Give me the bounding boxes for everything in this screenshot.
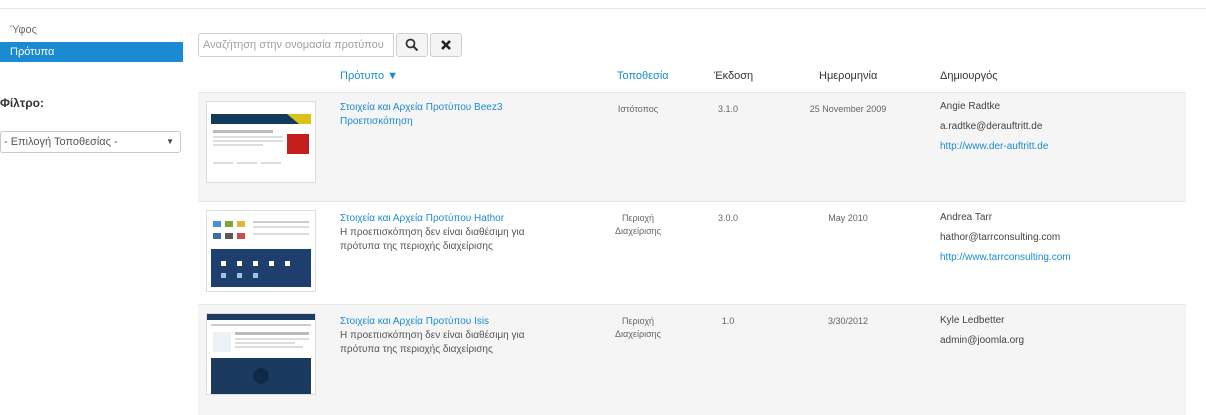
location-text: Περιοχή (621, 213, 655, 223)
search-input[interactable] (198, 33, 394, 57)
location-cell: Περιοχή Διαχείρισης (598, 315, 678, 341)
column-header-date[interactable]: Ημερομηνία (819, 70, 877, 82)
template-link[interactable]: Στοιχεία και Αρχεία Προτύπου Hathor (340, 212, 600, 226)
author-email: hathor@tarrconsulting.com (940, 232, 1061, 243)
author-cell: Kyle Ledbetter admin@joomla.org (940, 311, 1180, 351)
author-name: Angie Radtke (940, 101, 1001, 112)
author-email: admin@joomla.org (940, 335, 1025, 346)
beez3-preview-image (207, 102, 315, 182)
template-thumbnail[interactable] (206, 210, 316, 292)
top-divider (0, 8, 1206, 9)
author-url-link[interactable]: http://www.der-auftritt.de (940, 137, 1180, 157)
hathor-preview-image (207, 211, 315, 291)
template-description: πρότυπα της περιοχής διαχείρισης (340, 344, 493, 355)
table-row: Στοιχεία και Αρχεία Προτύπου Beez3 Προεπ… (198, 92, 1186, 201)
template-description: πρότυπα της περιοχής διαχείρισης (340, 241, 493, 252)
template-link[interactable]: Στοιχεία και Αρχεία Προτύπου Beez3 (340, 101, 580, 115)
column-header-author[interactable]: Δημιουργός (940, 70, 998, 82)
sidebar-item-styles[interactable]: Ύφος (0, 20, 200, 40)
template-name-cell: Στοιχεία και Αρχεία Προτύπου Isis Η προε… (340, 315, 600, 357)
location-filter-select[interactable]: - Επιλογή Τοποθεσίας - ▼ (0, 131, 181, 153)
location-text: Διαχείρισης (615, 226, 661, 236)
search-bar (198, 33, 462, 57)
author-name: Kyle Ledbetter (940, 315, 1005, 326)
author-url-link[interactable]: http://www.tarrconsulting.com (940, 248, 1180, 268)
templates-table: Πρότυπο ▼ Τοποθεσία Έκδοση Ημερομηνία Δη… (198, 62, 1186, 415)
author-name: Andrea Tarr (940, 212, 993, 223)
author-cell: Andrea Tarr hathor@tarrconsulting.com ht… (940, 208, 1180, 268)
template-description: Η προεπισκόπηση δεν είναι διαθέσιμη για (340, 330, 525, 341)
search-icon (405, 38, 419, 52)
location-text: Διαχείρισης (615, 329, 661, 339)
location-filter-value: - Επιλογή Τοποθεσίας - (4, 136, 118, 148)
column-header-location[interactable]: Τοποθεσία (617, 70, 669, 82)
close-icon (441, 40, 451, 50)
sidebar-item-templates[interactable]: Πρότυπα (0, 42, 183, 62)
location-text: Ιστότοπος (617, 104, 659, 114)
location-cell: Περιοχή Διαχείρισης (598, 212, 678, 238)
filter-label: Φίλτρο: (0, 96, 44, 110)
version-text: 3.1.0 (717, 104, 739, 114)
template-name-cell: Στοιχεία και Αρχεία Προτύπου Beez3 Προεπ… (340, 101, 580, 129)
template-thumbnail[interactable] (206, 313, 316, 395)
date-text: May 2010 (828, 213, 868, 223)
version-text: 1.0 (721, 316, 735, 326)
version-text: 3.0.0 (717, 213, 739, 223)
column-header-version[interactable]: Έκδοση (714, 70, 753, 82)
template-link[interactable]: Στοιχεία και Αρχεία Προτύπου Isis (340, 315, 600, 329)
location-cell: Ιστότοπος (598, 103, 678, 116)
author-email: a.radtke@derauftritt.de (940, 121, 1043, 132)
date-text: 3/30/2012 (827, 316, 869, 326)
sidebar: Ύφος Πρότυπα (0, 20, 200, 62)
search-button[interactable] (396, 33, 428, 57)
template-thumbnail[interactable] (206, 101, 316, 183)
location-text: Περιοχή (621, 316, 655, 326)
isis-preview-image (207, 314, 315, 394)
table-header: Πρότυπο ▼ Τοποθεσία Έκδοση Ημερομηνία Δη… (198, 62, 1186, 92)
date-text: 25 November 2009 (809, 104, 887, 114)
author-cell: Angie Radtke a.radtke@derauftritt.de htt… (940, 97, 1180, 157)
column-header-template[interactable]: Πρότυπο ▼ (340, 70, 398, 82)
template-preview-link[interactable]: Προεπισκόπηση (340, 115, 580, 129)
clear-button[interactable] (430, 33, 462, 57)
template-name-cell: Στοιχεία και Αρχεία Προτύπου Hathor Η πρ… (340, 212, 600, 254)
table-row: Στοιχεία και Αρχεία Προτύπου Hathor Η πρ… (198, 201, 1186, 304)
table-row: Στοιχεία και Αρχεία Προτύπου Isis Η προε… (198, 304, 1186, 415)
chevron-down-icon: ▼ (166, 137, 174, 146)
template-description: Η προεπισκόπηση δεν είναι διαθέσιμη για (340, 227, 525, 238)
